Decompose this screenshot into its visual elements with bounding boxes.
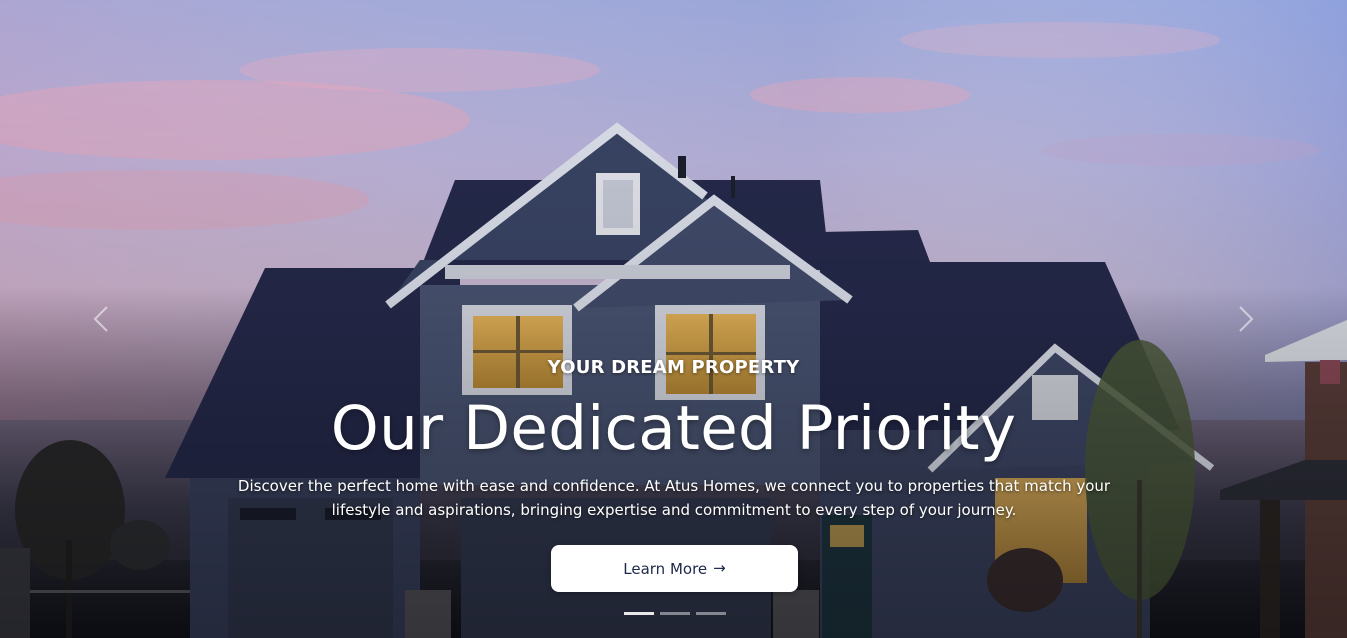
learn-more-button[interactable]: Learn More → [551,545,798,592]
arrow-right-icon: → [713,559,726,577]
hero-content: YOUR DREAM PROPERTY Our Dedicated Priori… [0,0,1347,638]
carousel-indicator-2[interactable] [660,612,690,615]
carousel-indicator-1[interactable] [624,612,654,615]
hero-description: Discover the perfect home with ease and … [237,477,1111,519]
hero-eyebrow: YOUR DREAM PROPERTY [547,357,800,378]
carousel-indicators [624,612,726,615]
carousel-indicator-3[interactable] [696,612,726,615]
hero-headline: Our Dedicated Priority [330,393,1017,464]
hero-carousel: YOUR DREAM PROPERTY Our Dedicated Priori… [0,0,1347,638]
learn-more-label: Learn More [623,559,708,578]
